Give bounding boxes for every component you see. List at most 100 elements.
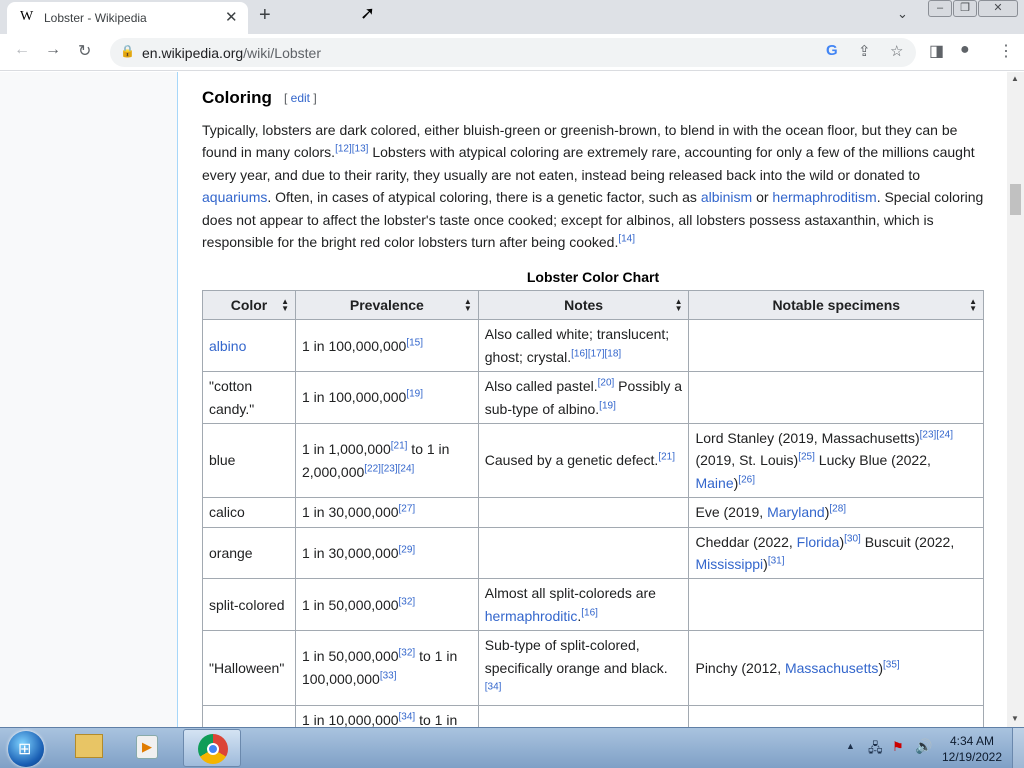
citation-link[interactable]: [35] <box>883 659 900 670</box>
citation-link[interactable]: [19] <box>406 389 423 400</box>
profile-avatar-icon[interactable]: ● <box>960 41 970 59</box>
citation-link[interactable]: [21] <box>391 441 408 452</box>
scroll-up-icon[interactable]: ▲ <box>1011 74 1019 83</box>
sort-icon[interactable]: ▲ ▼ <box>969 298 977 313</box>
citation-link[interactable]: [30] <box>844 533 861 544</box>
sort-icon[interactable]: ▲ ▼ <box>675 298 683 313</box>
citation-link[interactable]: [32] <box>399 648 416 659</box>
citation-link[interactable]: [26] <box>738 474 755 485</box>
scrollbar-thumb[interactable] <box>1010 184 1021 215</box>
citation[interactable]: [14] <box>618 233 635 244</box>
citation[interactable]: [35] <box>883 659 900 670</box>
chrome-taskbar-button[interactable] <box>183 729 241 767</box>
link-hermaphroditic[interactable]: hermaphroditic <box>485 608 578 624</box>
lock-icon[interactable]: 🔒 <box>120 44 135 58</box>
citation-link[interactable]: [32] <box>399 596 416 607</box>
link-mississippi[interactable]: Mississippi <box>695 556 763 572</box>
citation[interactable]: [21] <box>658 452 675 463</box>
show-desktop-button[interactable] <box>1012 728 1024 768</box>
sort-icon[interactable]: ▲ ▼ <box>281 298 289 313</box>
forward-arrow-icon[interactable]: → <box>45 41 61 59</box>
column-header-color[interactable]: Color ▲ ▼ <box>202 289 296 321</box>
bookmark-star-icon[interactable]: ☆ <box>890 42 903 60</box>
close-window-button[interactable]: ✕ <box>978 0 1018 17</box>
address-bar[interactable]: 🔒 en.wikipedia.org/wiki/Lobster G ⇪ ☆ <box>110 38 916 67</box>
citation[interactable]: [34] <box>485 681 502 692</box>
citation-link[interactable]: [14] <box>618 233 635 244</box>
citation[interactable]: [33] <box>380 670 397 681</box>
column-header-specimens[interactable]: Notable specimens ▲ ▼ <box>688 289 984 321</box>
citation-link[interactable]: [23] <box>381 463 398 474</box>
citation-link[interactable]: [25] <box>798 452 815 463</box>
column-header-notes[interactable]: Notes ▲ ▼ <box>477 289 690 321</box>
link-maryland[interactable]: Maryland <box>767 504 825 520</box>
citation[interactable]: [19] <box>599 400 616 411</box>
citation-link[interactable]: [23] <box>920 429 937 440</box>
citation[interactable]: [20] <box>598 378 615 389</box>
citation-link[interactable]: [18] <box>605 348 622 359</box>
start-button[interactable]: ⊞ <box>8 731 44 767</box>
citation[interactable]: [30] <box>844 533 861 544</box>
column-header-prevalence[interactable]: Prevalence ▲ ▼ <box>294 289 479 321</box>
citation-link[interactable]: [24] <box>398 463 415 474</box>
link-maine[interactable]: Maine <box>695 475 733 491</box>
citation[interactable]: [32] <box>399 596 416 607</box>
url-text[interactable]: en.wikipedia.org/wiki/Lobster <box>142 45 321 61</box>
citation[interactable]: [16][17][18] <box>571 348 621 359</box>
link-florida[interactable]: Florida <box>797 534 840 550</box>
system-clock[interactable]: 4:34 AM 12/19/2022 <box>938 733 1006 765</box>
link-massachusetts[interactable]: Massachusetts <box>785 660 878 676</box>
citation-link[interactable]: [34] <box>399 711 416 722</box>
citation[interactable]: [15] <box>406 337 423 348</box>
tab-search-chevron-icon[interactable]: ⌄ <box>897 6 908 22</box>
citation-link[interactable]: [19] <box>599 400 616 411</box>
citation-link[interactable]: [20] <box>598 378 615 389</box>
citation[interactable]: [13] <box>352 144 369 155</box>
citation[interactable]: [22][23][24] <box>364 463 414 474</box>
citation-link[interactable]: [15] <box>406 337 423 348</box>
citation-link[interactable]: [12] <box>335 144 352 155</box>
restore-button[interactable]: ❐ <box>953 0 977 17</box>
citation[interactable]: [31] <box>768 555 785 566</box>
edit-link[interactable]: edit <box>291 91 310 105</box>
link-albino[interactable]: albino <box>209 338 246 354</box>
citation-link[interactable]: [29] <box>399 544 416 555</box>
scroll-down-icon[interactable]: ▼ <box>1011 714 1019 723</box>
google-lens-icon[interactable]: G <box>826 42 838 59</box>
reload-icon[interactable]: ↻ <box>78 41 91 61</box>
link-hermaphroditism[interactable]: hermaphroditism <box>772 189 876 205</box>
citation-link[interactable]: [34] <box>485 681 502 692</box>
citation-link[interactable]: [16] <box>571 348 588 359</box>
minimize-button[interactable]: – <box>928 0 952 17</box>
link-aquariums[interactable]: aquariums <box>202 189 267 205</box>
network-icon[interactable]: 🖧 <box>868 739 883 761</box>
explorer-taskbar-button[interactable] <box>70 732 108 764</box>
citation[interactable]: [26] <box>738 474 755 485</box>
menu-kebab-icon[interactable]: ⋮ <box>998 41 1014 61</box>
citation[interactable]: [21] <box>391 441 408 452</box>
citation-link[interactable]: [28] <box>829 504 846 515</box>
citation[interactable]: [32] <box>399 648 416 659</box>
citation[interactable]: [34] <box>399 711 416 722</box>
citation-link[interactable]: [27] <box>399 504 416 515</box>
citation-link[interactable]: [22] <box>364 463 381 474</box>
citation[interactable]: [28] <box>829 504 846 515</box>
share-icon[interactable]: ⇪ <box>858 42 871 60</box>
link-albinism[interactable]: albinism <box>701 189 752 205</box>
volume-icon[interactable]: 🔊 <box>915 738 932 755</box>
citation-link[interactable]: [31] <box>768 555 785 566</box>
show-hidden-icons-icon[interactable]: ▲ <box>846 741 855 751</box>
close-tab-icon[interactable]: ✕ <box>225 8 238 26</box>
citation-link[interactable]: [17] <box>588 348 605 359</box>
sort-icon[interactable]: ▲ ▼ <box>464 298 472 313</box>
citation[interactable]: [29] <box>399 544 416 555</box>
citation-link[interactable]: [16] <box>581 607 598 618</box>
citation[interactable]: [25] <box>798 452 815 463</box>
action-center-icon[interactable]: ⚑ <box>892 739 904 755</box>
citation[interactable]: [27] <box>399 504 416 515</box>
citation[interactable]: [23][24] <box>920 429 953 440</box>
citation[interactable]: [19] <box>406 389 423 400</box>
citation-link[interactable]: [33] <box>380 670 397 681</box>
side-panel-icon[interactable]: ◨ <box>929 41 944 61</box>
citation-link[interactable]: [24] <box>936 429 953 440</box>
